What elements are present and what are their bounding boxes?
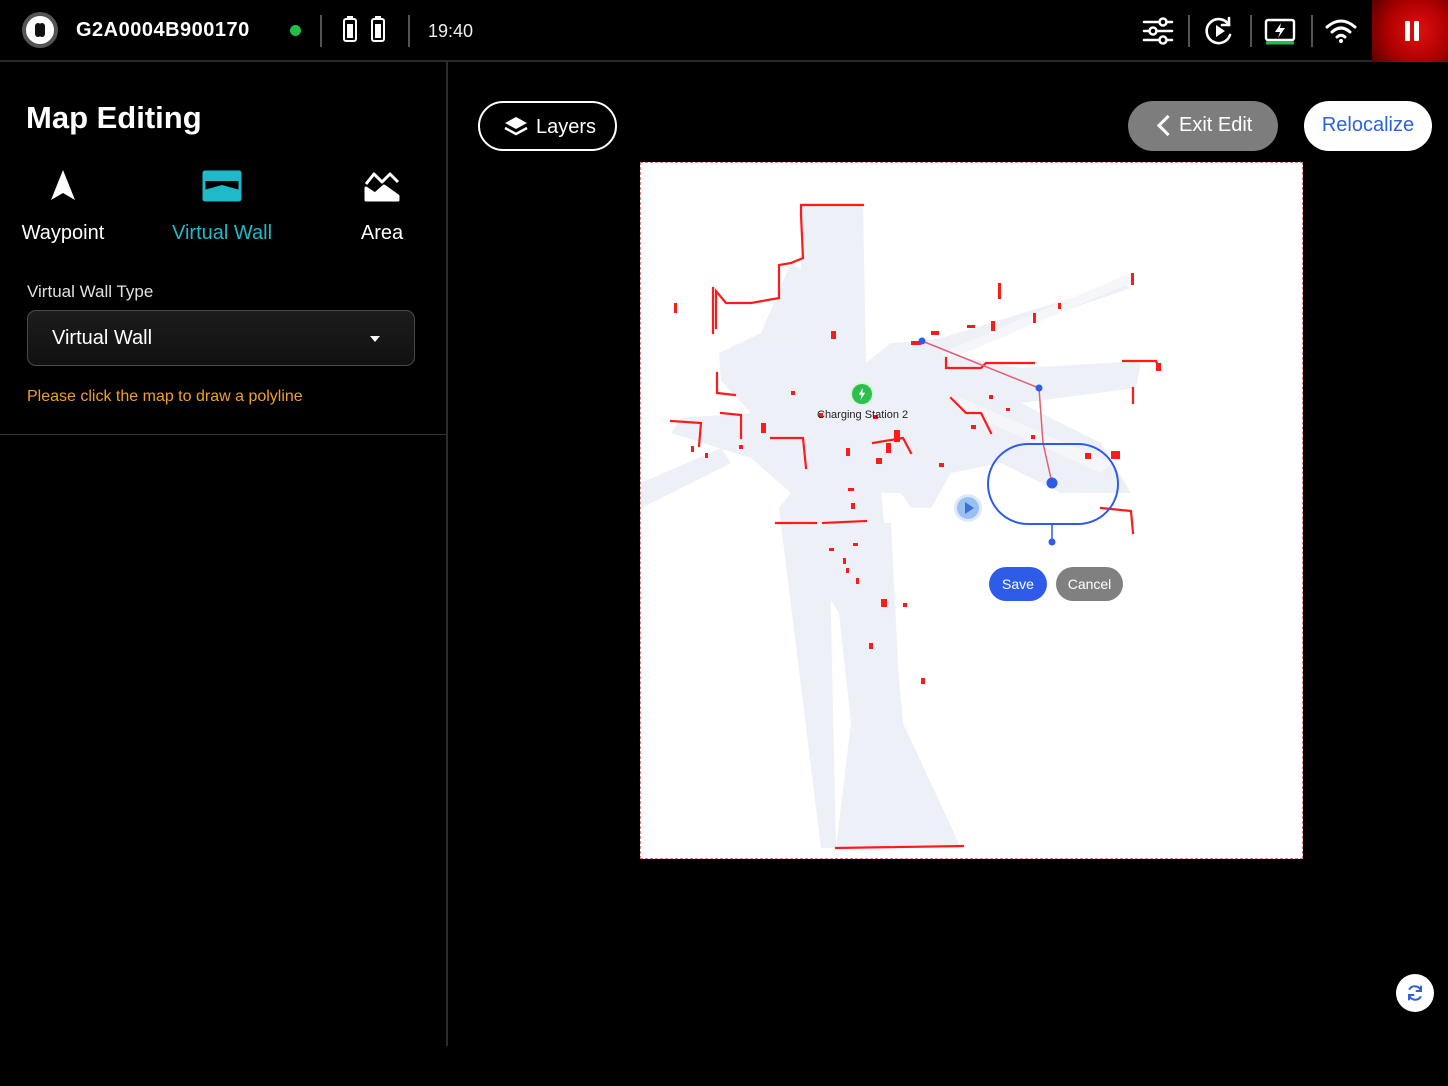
- refresh-button[interactable]: [1396, 974, 1434, 1012]
- save-button[interactable]: Save: [989, 567, 1047, 601]
- device-id: G2A0004B900170: [76, 19, 250, 41]
- robot-position-icon: [957, 497, 979, 519]
- caret-down-icon: [370, 336, 380, 342]
- clock: 19:40: [428, 21, 474, 41]
- tool-waypoint[interactable]: Waypoint: [0, 166, 133, 256]
- connection-status-dot: [290, 25, 301, 36]
- relocalize-button[interactable]: Relocalize: [1304, 101, 1432, 151]
- panel-title: Map Editing: [26, 100, 202, 135]
- relocalize-label: Relocalize: [1321, 114, 1415, 136]
- settings-sliders-icon[interactable]: [1141, 14, 1175, 48]
- charging-station-icon[interactable]: [852, 384, 872, 404]
- area-mountain-icon: [362, 166, 402, 206]
- divider: [320, 15, 322, 47]
- navigation-arrow-icon: [43, 166, 83, 206]
- divider: [1250, 15, 1252, 47]
- divider: [1188, 15, 1190, 47]
- chevron-left-icon: [1156, 114, 1179, 137]
- select-value: Virtual Wall: [52, 327, 153, 349]
- virtual-wall-type-label: Virtual Wall Type: [27, 282, 154, 301]
- divider: [0, 434, 446, 435]
- layers-label: Layers: [536, 116, 597, 138]
- tool-label: Virtual Wall: [171, 222, 273, 244]
- robot-face-icon[interactable]: [22, 12, 58, 48]
- layers-icon: [504, 115, 528, 139]
- virtual-wall-icon: [202, 166, 242, 206]
- exit-edit-label: Exit Edit: [1179, 114, 1253, 136]
- layers-button[interactable]: Layers: [478, 101, 617, 151]
- wifi-icon[interactable]: [1324, 14, 1358, 48]
- virtual-wall-type-select[interactable]: Virtual Wall: [27, 310, 415, 366]
- divider: [408, 15, 410, 47]
- tool-area[interactable]: Area: [312, 166, 452, 256]
- divider: [1311, 15, 1313, 47]
- refresh-icon: [1408, 985, 1422, 1001]
- map-canvas[interactable]: Charging Station 2 Save Cancel: [640, 162, 1303, 859]
- sync-play-icon[interactable]: [1202, 14, 1236, 48]
- map-editing-panel: Map Editing Waypoint Virtual Wall Area V…: [0, 62, 448, 1046]
- status-bar: G2A0004B900170 19:40: [0, 0, 1448, 62]
- battery-icon: [371, 16, 385, 42]
- pause-button[interactable]: [1372, 0, 1448, 62]
- cancel-button[interactable]: Cancel: [1056, 567, 1123, 601]
- battery-icon: [343, 16, 357, 42]
- tool-virtual-wall[interactable]: Virtual Wall: [152, 166, 292, 256]
- charging-station-label: Charging Station 2: [817, 409, 909, 421]
- tool-label: Waypoint: [21, 222, 105, 244]
- exit-edit-button[interactable]: Exit Edit: [1128, 101, 1278, 151]
- draw-hint: Please click the map to draw a polyline: [27, 388, 303, 405]
- screen-charge-icon[interactable]: [1263, 14, 1297, 48]
- tool-label: Area: [360, 222, 404, 244]
